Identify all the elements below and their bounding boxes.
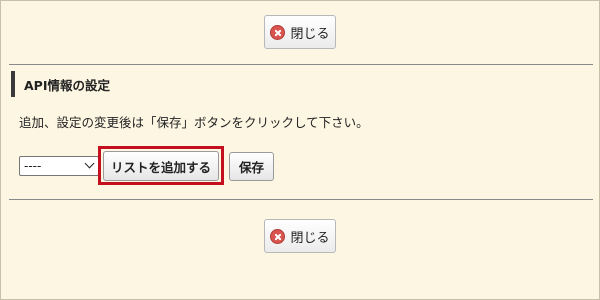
close-button-top[interactable]: 閉じる <box>264 15 336 49</box>
add-list-button[interactable]: リストを追加する <box>103 151 219 181</box>
close-icon <box>270 24 286 40</box>
save-button[interactable]: 保存 <box>229 152 274 181</box>
close-button-label: 閉じる <box>290 230 330 246</box>
divider <box>9 199 593 200</box>
instruction-text: 追加、設定の変更後は「保存」ボタンをクリックして下さい。 <box>19 115 369 130</box>
list-select[interactable]: ---- <box>19 156 99 176</box>
close-icon <box>270 228 286 244</box>
chevron-down-icon <box>84 158 95 169</box>
save-button-label: 保存 <box>238 160 264 175</box>
divider <box>9 64 593 65</box>
list-select-value: ---- <box>24 159 42 173</box>
section-title: API情報の設定 <box>24 77 110 93</box>
add-list-button-label: リストを追加する <box>110 159 211 175</box>
close-button-label: 閉じる <box>290 26 330 42</box>
close-button-bottom[interactable]: 閉じる <box>264 219 336 253</box>
section-heading: API情報の設定 <box>11 71 110 97</box>
page-frame: 閉じる API情報の設定 追加、設定の変更後は「保存」ボタンをクリックして下さい… <box>0 0 600 300</box>
